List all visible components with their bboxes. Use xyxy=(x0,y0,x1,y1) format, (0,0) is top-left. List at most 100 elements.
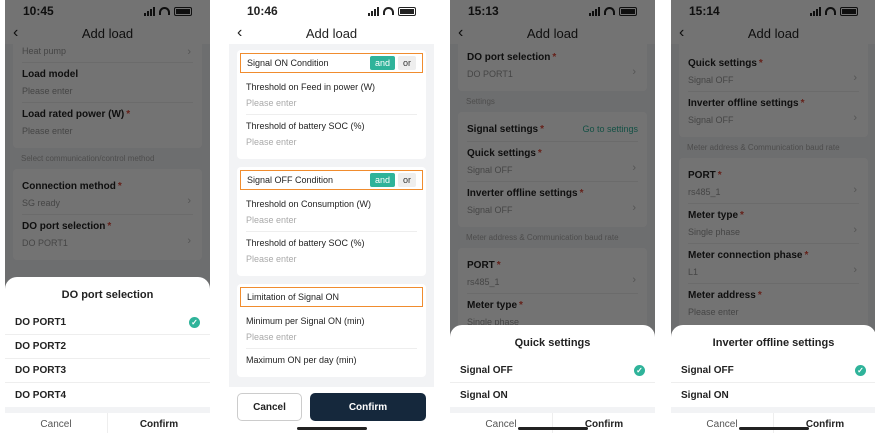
battery-soc-on-field[interactable]: Threshold of battery SOC (%) Please ente… xyxy=(246,115,417,153)
go-to-settings-link[interactable]: Go to settings xyxy=(582,124,638,134)
nav-bar: ‹ Add load xyxy=(450,22,655,44)
bottom-sheet: DO port selection DO PORT1 ✓ DO PORT2 DO … xyxy=(5,277,210,433)
connection-method-field[interactable]: Connection method * SG ready › xyxy=(22,175,193,215)
chevron-right-icon: › xyxy=(853,112,857,124)
limitation-signal-on: Limitation of Signal ON xyxy=(240,287,423,307)
meter-address-field[interactable]: Meter address * Please enter xyxy=(688,284,859,323)
cancel-button[interactable]: Cancel xyxy=(5,413,107,433)
chevron-left-icon[interactable]: ‹ xyxy=(237,24,242,42)
check-circle-icon: ✓ xyxy=(189,317,200,328)
quick-settings-field[interactable]: Quick settings * Signal OFF › xyxy=(688,52,859,92)
signal-settings-field[interactable]: Signal settings * Go to settings xyxy=(467,118,638,142)
confirm-button[interactable]: Confirm xyxy=(552,413,655,433)
sheet-option[interactable]: Signal OFF ✓ xyxy=(450,359,655,383)
signal-icon xyxy=(810,6,821,16)
chevron-left-icon[interactable]: ‹ xyxy=(679,24,684,42)
feed-in-threshold-field[interactable]: Threshold on Feed in power (W) Please en… xyxy=(246,76,417,115)
load-type-field[interactable]: Heat pump › xyxy=(22,44,193,63)
battery-icon xyxy=(619,6,637,16)
home-indicator xyxy=(517,427,588,430)
sheet-option[interactable]: Signal ON xyxy=(671,383,875,407)
chevron-left-icon[interactable]: ‹ xyxy=(13,24,18,42)
status-bar: 15:13 xyxy=(450,0,655,22)
wifi-icon xyxy=(604,7,615,15)
and-or-toggle[interactable]: and or xyxy=(369,173,416,187)
port-field[interactable]: PORT * rs485_1 › xyxy=(467,254,638,294)
min-per-signal-on-field[interactable]: Minimum per Signal ON (min) Please enter xyxy=(246,310,417,349)
sheet-option[interactable]: Signal OFF ✓ xyxy=(671,359,875,383)
page-title: Add load xyxy=(526,25,579,41)
check-circle-icon: ✓ xyxy=(634,365,645,376)
wifi-icon xyxy=(159,7,170,15)
page-title: Add load xyxy=(81,25,134,41)
chevron-right-icon: › xyxy=(853,184,857,196)
section-hint: Meter address & Communication baud rate xyxy=(687,143,840,152)
wifi-icon xyxy=(825,7,836,15)
battery-icon xyxy=(840,6,858,16)
status-time: 10:46 xyxy=(247,4,278,18)
max-on-per-day-field[interactable]: Maximum ON per day (min) xyxy=(246,349,417,371)
sheet-option[interactable]: DO PORT2 xyxy=(5,335,210,359)
chevron-right-icon: › xyxy=(853,72,857,84)
signal-off-condition: Signal OFF Condition and or xyxy=(240,170,423,190)
page-title: Add load xyxy=(747,25,800,41)
chevron-right-icon: › xyxy=(632,66,636,78)
signal-icon xyxy=(368,6,379,16)
nav-bar: ‹ Add load xyxy=(5,22,210,44)
home-indicator xyxy=(738,427,809,430)
section-hint: Meter address & Communication baud rate xyxy=(466,233,619,242)
sheet-option[interactable]: DO PORT1 ✓ xyxy=(5,311,210,335)
status-bar: 15:14 xyxy=(671,0,875,22)
chevron-left-icon[interactable]: ‹ xyxy=(458,24,463,42)
chevron-right-icon: › xyxy=(632,162,636,174)
chevron-right-icon: › xyxy=(187,235,191,247)
sheet-title: Quick settings xyxy=(514,337,591,349)
phone-screen-inverter-offline: 15:14 ‹ Add load Quick settings * Signal … xyxy=(671,0,875,433)
inverter-offline-field[interactable]: Inverter offline settings * Signal OFF › xyxy=(688,92,859,131)
sheet-option[interactable]: Signal ON xyxy=(450,383,655,407)
battery-icon xyxy=(398,6,416,16)
bottom-sheet: Quick settings Signal OFF ✓ Signal ON Can… xyxy=(450,325,655,433)
meter-connection-phase-field[interactable]: Meter connection phase * L1 › xyxy=(688,244,859,284)
cancel-button[interactable]: Cancel xyxy=(450,413,552,433)
confirm-button[interactable]: Confirm xyxy=(773,413,875,433)
status-time: 10:45 xyxy=(23,4,54,18)
sheet-title: Inverter offline settings xyxy=(712,337,835,349)
battery-icon xyxy=(174,6,192,16)
quick-settings-field[interactable]: Quick settings * Signal OFF › xyxy=(467,142,638,182)
load-rated-power-field[interactable]: Load rated power (W) * Please enter xyxy=(22,103,193,142)
chevron-right-icon: › xyxy=(853,224,857,236)
phone-screen-signal-conditions: 10:46 ‹ Add load Signal ON Condition and… xyxy=(229,0,434,433)
status-bar: 10:46 xyxy=(229,0,434,22)
battery-soc-off-field[interactable]: Threshold of battery SOC (%) Please ente… xyxy=(246,232,417,270)
form-content: Signal ON Condition and or Threshold on F… xyxy=(229,44,434,433)
phone-screen-do-port: 10:45 ‹ Add load Heat pump › Load model … xyxy=(5,0,210,433)
consumption-threshold-field[interactable]: Threshold on Consumption (W) Please ente… xyxy=(246,193,417,232)
sheet-title: DO port selection xyxy=(61,289,154,301)
port-field[interactable]: PORT * rs485_1 › xyxy=(688,164,859,204)
chevron-right-icon: › xyxy=(187,195,191,207)
bottom-sheet: Inverter offline settings Signal OFF ✓ Si… xyxy=(671,325,875,433)
signal-icon xyxy=(589,6,600,16)
section-hint: Select communication/control method xyxy=(21,154,155,163)
signal-icon xyxy=(144,6,155,16)
phone-screen-quick-settings: 15:13 ‹ Add load DO port selection * DO P… xyxy=(450,0,655,433)
sheet-option[interactable]: DO PORT4 xyxy=(5,383,210,407)
check-circle-icon: ✓ xyxy=(855,365,866,376)
inverter-offline-field[interactable]: Inverter offline settings * Signal OFF › xyxy=(467,182,638,221)
chevron-right-icon: › xyxy=(853,264,857,276)
nav-bar: ‹ Add load xyxy=(229,22,434,44)
chevron-right-icon: › xyxy=(632,274,636,286)
sheet-option[interactable]: DO PORT3 xyxy=(5,359,210,383)
cancel-button[interactable]: Cancel xyxy=(671,413,773,433)
confirm-button[interactable]: Confirm xyxy=(310,393,426,421)
do-port-field[interactable]: DO port selection * DO PORT1 › xyxy=(467,46,638,85)
confirm-button[interactable]: Confirm xyxy=(107,413,210,433)
load-model-field[interactable]: Load model Please enter xyxy=(22,63,193,103)
do-port-field[interactable]: DO port selection * DO PORT1 › xyxy=(22,215,193,254)
nav-bar: ‹ Add load xyxy=(671,22,875,44)
cancel-button[interactable]: Cancel xyxy=(237,393,302,421)
status-time: 15:13 xyxy=(468,4,499,18)
meter-type-field[interactable]: Meter type * Single phase › xyxy=(688,204,859,244)
and-or-toggle[interactable]: and or xyxy=(369,56,416,70)
